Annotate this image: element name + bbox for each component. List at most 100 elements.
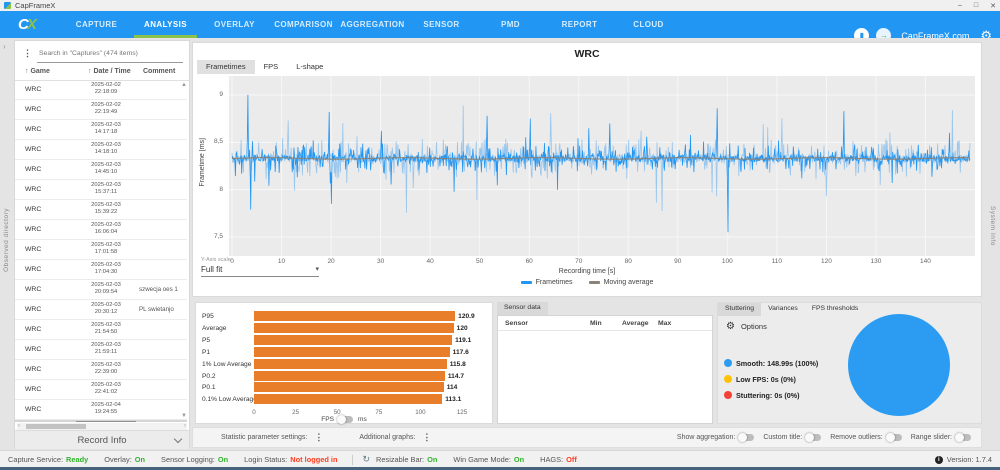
- system-info-vertical-label[interactable]: System Info: [989, 206, 996, 246]
- bar-row: P0.2114.7: [196, 371, 492, 382]
- nav-tab-report[interactable]: REPORT: [545, 11, 614, 38]
- capture-datetime: 2025-02-0222:18:09: [77, 82, 135, 97]
- scroll-up-icon[interactable]: ▲: [181, 82, 187, 88]
- capture-row[interactable]: WRC2025-02-0321:54:50: [15, 320, 187, 340]
- chart-tab-frametimes[interactable]: Frametimes: [197, 60, 255, 74]
- fps-ms-toggle[interactable]: FPS ms: [196, 416, 492, 423]
- capture-row[interactable]: WRC2025-02-0322:39:00: [15, 360, 187, 380]
- bar[interactable]: [254, 359, 447, 369]
- x-tick-labels: 0102030405060708090100110120130140: [229, 258, 975, 267]
- bar-value-label: 113.1: [445, 396, 461, 403]
- record-info-expander[interactable]: Record Info: [15, 430, 189, 449]
- nav-tab-analysis[interactable]: ANALYSIS: [131, 11, 200, 38]
- toggle-knob: [955, 433, 964, 442]
- nav-tab-capture[interactable]: CAPTURE: [62, 11, 131, 38]
- refresh-icon[interactable]: ↻: [363, 454, 371, 465]
- unit-toggle-switch[interactable]: [339, 416, 353, 423]
- nav-tab-comparison[interactable]: COMPARISON: [269, 11, 338, 38]
- y-tick-label: 7,5: [193, 233, 223, 240]
- nav-tab-overlay[interactable]: OVERLAY: [200, 11, 269, 38]
- collapse-sidebar-chevron-icon[interactable]: ›: [3, 42, 6, 51]
- bar-label: P1: [202, 349, 210, 356]
- capture-datetime: 2025-02-0322:41:02: [77, 382, 135, 397]
- capture-datetime: 2025-02-0321:54:50: [77, 322, 135, 337]
- tab-sensor-data[interactable]: Sensor data: [497, 302, 548, 315]
- legend-swatch: [589, 281, 600, 284]
- scroll-down-icon[interactable]: ▼: [181, 413, 187, 419]
- x-tick-label: 90: [674, 258, 681, 265]
- tab-fps-thresholds[interactable]: FPS thresholds: [805, 303, 865, 316]
- capture-table-header[interactable]: ↑ Game ↑ Date / Time Comment: [15, 63, 189, 81]
- capture-row[interactable]: WRC2025-02-0320:09:54szwecja oes 1: [15, 280, 187, 300]
- capture-game: WRC: [25, 386, 41, 393]
- bar[interactable]: [254, 335, 452, 345]
- toggle-switch[interactable]: [807, 434, 821, 441]
- sort-arrow-icon[interactable]: ↑: [88, 68, 92, 75]
- captures-sidebar: ⋮ ↑ Game ↑ Date / Time Comment WRC2025-0…: [14, 40, 190, 448]
- toggle-switch[interactable]: [740, 434, 754, 441]
- capture-row[interactable]: WRC2025-02-0314:45:10: [15, 160, 187, 180]
- y-axis-scale-dropdown[interactable]: Full fit ▾: [201, 265, 319, 277]
- app-icon: [4, 2, 11, 9]
- capture-datetime: 2025-02-0314:17:18: [77, 122, 135, 137]
- capture-row[interactable]: WRC2025-02-0314:18:10: [15, 140, 187, 160]
- scroll-right-icon[interactable]: ›: [184, 423, 186, 429]
- capture-row[interactable]: WRC2025-02-0222:19:49: [15, 100, 187, 120]
- capture-row[interactable]: WRC2025-02-0222:18:09: [15, 80, 187, 100]
- capture-row[interactable]: WRC2025-02-0320:30:12PL swietanjo: [15, 300, 187, 320]
- nav-tab-cloud[interactable]: CLOUD: [614, 11, 683, 38]
- frametime-plot[interactable]: [229, 76, 975, 256]
- capture-datetime: 2025-02-0314:18:10: [77, 142, 135, 157]
- capture-row[interactable]: WRC2025-02-0317:01:58: [15, 240, 187, 260]
- chart-tab-fps[interactable]: FPS: [255, 60, 288, 74]
- status-value: Not logged in: [290, 455, 337, 464]
- capture-row[interactable]: WRC2025-02-0317:04:30: [15, 260, 187, 280]
- bar[interactable]: [254, 347, 450, 357]
- capture-row[interactable]: WRC2025-02-0315:37:11: [15, 180, 187, 200]
- toggle-switch[interactable]: [888, 434, 902, 441]
- chart-menu-control: Additional graphs:⋮: [359, 432, 431, 443]
- scrollbar-thumb[interactable]: [26, 424, 86, 429]
- bar[interactable]: [254, 323, 454, 333]
- scroll-left-icon[interactable]: ‹: [18, 423, 20, 429]
- capture-row[interactable]: WRC2025-02-0419:24:55: [15, 400, 187, 420]
- x-tick-label: 120: [821, 258, 832, 265]
- bar-value-label: 119.1: [455, 337, 471, 344]
- capture-game: WRC: [25, 346, 41, 353]
- bar[interactable]: [254, 311, 455, 321]
- nav-tab-pmd[interactable]: PMD: [476, 11, 545, 38]
- bar[interactable]: [254, 394, 442, 404]
- capture-datetime: 2025-02-0322:39:00: [77, 362, 135, 377]
- tab-variances[interactable]: Variances: [761, 303, 805, 316]
- capture-row[interactable]: WRC 2025-02-0321:59:11: [15, 340, 187, 360]
- info-icon[interactable]: i: [935, 456, 943, 464]
- maximize-button[interactable]: □: [974, 2, 978, 9]
- chart-tab-l-shape[interactable]: L-shape: [287, 60, 332, 74]
- minimize-button[interactable]: –: [958, 2, 962, 9]
- sort-arrow-icon[interactable]: ↑: [25, 68, 29, 75]
- capture-game: WRC: [25, 406, 41, 413]
- nav-tab-sensor[interactable]: SENSOR: [407, 11, 476, 38]
- capture-list-menu-icon[interactable]: ⋮: [23, 48, 32, 59]
- nav-tab-aggregation[interactable]: AGGREGATION: [338, 11, 407, 38]
- capture-row[interactable]: WRC2025-02-0316:06:04: [15, 220, 187, 240]
- search-input[interactable]: [37, 45, 183, 63]
- capture-row[interactable]: WRC 2025-02-0322:41:02: [15, 380, 187, 400]
- kebab-menu-icon[interactable]: ⋮: [314, 432, 323, 443]
- capture-row[interactable]: WRC2025-02-0419:34:08: [15, 420, 187, 422]
- capture-row[interactable]: WRC2025-02-0315:39:22: [15, 200, 187, 220]
- capture-row[interactable]: WRC2025-02-0314:17:18: [15, 120, 187, 140]
- bar[interactable]: [254, 371, 445, 381]
- bar[interactable]: [254, 382, 444, 392]
- fps-metrics-panel: P95120.9Average120P5119.1P1117.61% Low A…: [195, 302, 493, 424]
- observed-directory-vertical-label[interactable]: Observed directory: [3, 208, 10, 272]
- tab-stuttering[interactable]: Stuttering: [718, 303, 761, 316]
- horizontal-scrollbar[interactable]: ‹ ›: [17, 423, 187, 430]
- toggle-switch[interactable]: [957, 434, 971, 441]
- stutter-options-button[interactable]: ⚙ Options: [726, 321, 767, 332]
- close-button[interactable]: ✕: [990, 2, 996, 10]
- capture-datetime: 2025-02-0314:45:10: [77, 162, 135, 177]
- capture-game: WRC: [25, 266, 41, 273]
- capture-datetime: 2025-02-0321:59:11: [77, 342, 135, 357]
- kebab-menu-icon[interactable]: ⋮: [422, 432, 431, 443]
